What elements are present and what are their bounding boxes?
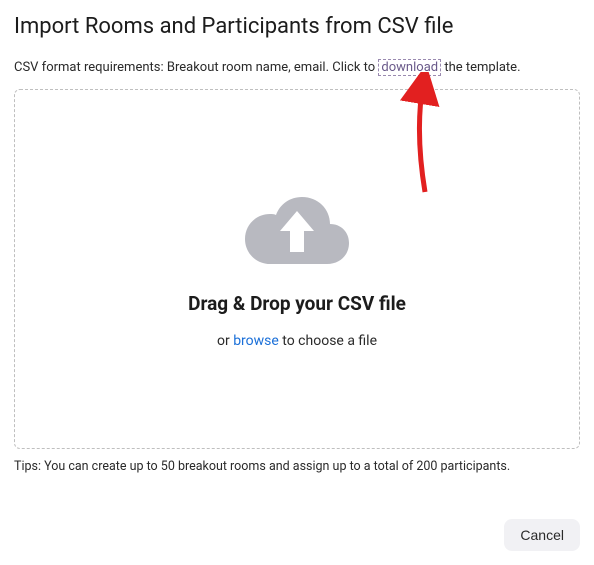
button-bar: Cancel	[504, 519, 580, 551]
browse-link[interactable]: browse	[233, 333, 279, 349]
dropzone-heading: Drag & Drop your CSV file	[188, 292, 406, 315]
dropzone-sub-prefix: or	[217, 333, 233, 349]
csv-format-description: CSV format requirements: Breakout room n…	[14, 59, 580, 77]
file-dropzone[interactable]: Drag & Drop your CSV file or browse to c…	[14, 89, 580, 449]
tips-text: Tips: You can create up to 50 breakout r…	[14, 459, 580, 474]
description-suffix: the template.	[441, 60, 520, 75]
description-prefix: CSV format requirements: Breakout room n…	[14, 60, 378, 75]
cloud-upload-icon	[242, 189, 352, 274]
download-template-link[interactable]: download	[378, 59, 441, 76]
cancel-button[interactable]: Cancel	[504, 519, 580, 551]
page-title: Import Rooms and Participants from CSV f…	[14, 14, 580, 39]
dropzone-subtext: or browse to choose a file	[217, 333, 377, 349]
dropzone-sub-suffix: to choose a file	[279, 333, 377, 349]
